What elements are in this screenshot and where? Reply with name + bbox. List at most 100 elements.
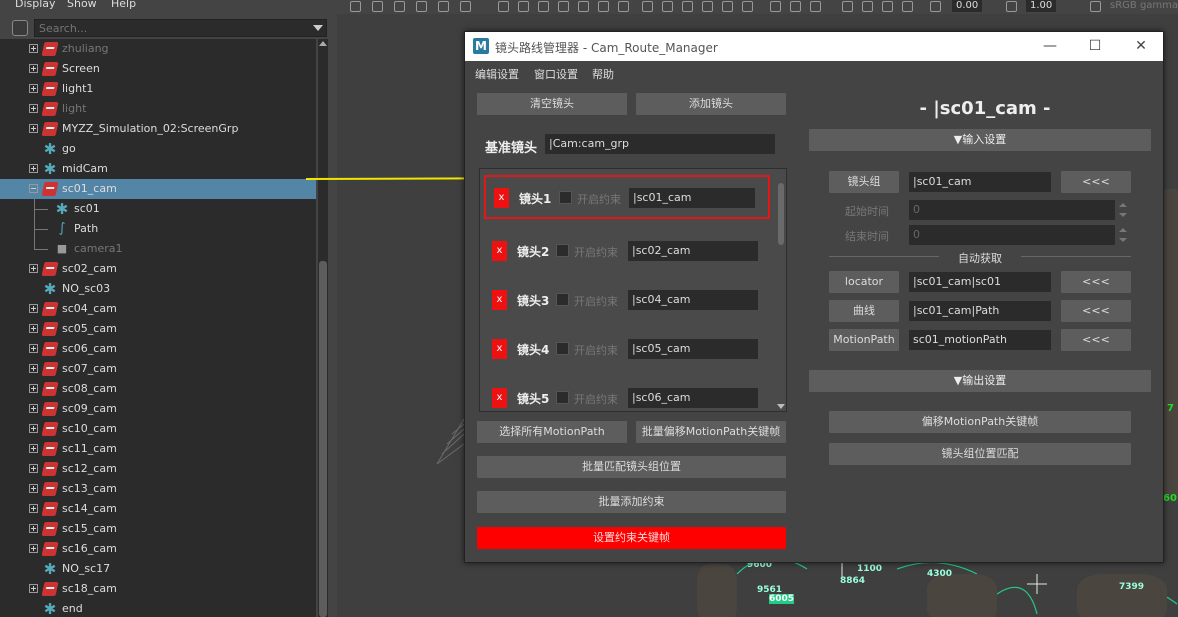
expand-icon[interactable]	[29, 524, 38, 533]
batch-add-constraint-button[interactable]: 批量添加约束	[477, 491, 786, 513]
expand-icon[interactable]	[29, 384, 38, 393]
menu-help[interactable]: 帮助	[592, 66, 614, 82]
offset-motionpath-keys-button[interactable]: 偏移MotionPath关键帧	[829, 411, 1131, 433]
fetch-curve-button[interactable]: <<<	[1061, 300, 1131, 322]
end-time-field[interactable]: 0	[909, 225, 1115, 245]
outliner-item[interactable]: sc10_cam	[0, 419, 316, 439]
scrollbar-thumb[interactable]	[319, 261, 327, 617]
scroll-up-icon[interactable]	[319, 41, 327, 46]
motionpath-field[interactable]: sc01_motionPath	[909, 330, 1051, 350]
expand-icon[interactable]	[29, 44, 38, 53]
expand-icon[interactable]	[29, 424, 38, 433]
outliner-item[interactable]: sc06_cam	[0, 339, 316, 359]
textured-icon[interactable]	[702, 1, 713, 12]
shadows-icon[interactable]	[742, 1, 753, 12]
scroll-down-icon[interactable]	[777, 404, 785, 409]
camera-field[interactable]: |sc05_cam	[628, 339, 758, 359]
expand-icon[interactable]	[29, 324, 38, 333]
scrollbar-thumb[interactable]	[778, 183, 784, 245]
exposure-field[interactable]: 0.00	[952, 0, 983, 12]
outliner-item[interactable]: sc16_cam	[0, 539, 316, 559]
expand-icon[interactable]	[29, 64, 38, 73]
outliner-item[interactable]: light	[0, 99, 316, 119]
remove-camera-button[interactable]: x	[492, 290, 507, 310]
outliner-item[interactable]: sc08_cam	[0, 379, 316, 399]
expand-icon[interactable]	[29, 504, 38, 513]
smooth-shade-icon[interactable]	[662, 1, 673, 12]
window-titlebar[interactable]: M 镜头路线管理器 - Cam_Route_Manager — ☐ ✕	[465, 32, 1163, 61]
menu-edit-settings[interactable]: 编辑设置	[475, 66, 519, 82]
film-gate-icon[interactable]	[518, 1, 529, 12]
close-button[interactable]: ✕	[1132, 38, 1150, 54]
outliner-item[interactable]: sc09_cam	[0, 399, 316, 419]
start-time-field[interactable]: 0	[909, 200, 1115, 220]
select-all-motionpath-button[interactable]: 选择所有MotionPath	[477, 421, 627, 443]
lights-icon[interactable]	[722, 1, 733, 12]
expand-icon[interactable]	[29, 444, 38, 453]
field-chart-icon[interactable]	[578, 1, 589, 12]
curve-button[interactable]: 曲线	[829, 300, 899, 322]
expand-icon[interactable]	[29, 104, 38, 113]
camera-attr-icon[interactable]	[372, 1, 383, 12]
outliner-item[interactable]: ✱ go	[0, 139, 316, 159]
gamma-icon[interactable]	[1006, 1, 1017, 12]
collapse-icon[interactable]	[29, 184, 38, 193]
match-cam-group-position-button[interactable]: 镜头组位置匹配	[829, 443, 1131, 465]
minimize-button[interactable]: —	[1041, 38, 1059, 54]
wireframe-on-shaded-icon[interactable]	[682, 1, 693, 12]
outliner-item[interactable]: ■ camera1	[0, 239, 316, 259]
outliner-item[interactable]: sc02_cam	[0, 259, 316, 279]
outliner-item[interactable]: sc05_cam	[0, 319, 316, 339]
ambient-occlusion-icon[interactable]	[842, 1, 853, 12]
isolate-icon[interactable]	[810, 1, 821, 12]
outliner-item[interactable]: ✱ midCam	[0, 159, 316, 179]
camera-field[interactable]: |sc04_cam	[628, 290, 758, 310]
end-time-spinner-icon[interactable]	[1117, 226, 1129, 244]
fetch-locator-button[interactable]: <<<	[1061, 271, 1131, 293]
camera-field[interactable]: |sc02_cam	[628, 241, 758, 261]
locator-button[interactable]: locator	[829, 271, 899, 293]
add-camera-button[interactable]: 添加镜头	[636, 93, 786, 115]
outliner-item[interactable]: ✱ sc01	[0, 199, 316, 219]
outliner-item[interactable]: sc14_cam	[0, 499, 316, 519]
expand-icon[interactable]	[29, 264, 38, 273]
expand-icon[interactable]	[29, 304, 38, 313]
expand-icon[interactable]	[29, 464, 38, 473]
remove-camera-button[interactable]: x	[492, 339, 507, 359]
safe-action-icon[interactable]	[598, 1, 609, 12]
fetch-motionpath-button[interactable]: <<<	[1061, 329, 1131, 351]
camera-tool-icon[interactable]	[350, 1, 361, 12]
chevron-down-icon[interactable]	[313, 25, 323, 31]
xray-joints-icon[interactable]	[790, 1, 801, 12]
expand-icon[interactable]	[29, 484, 38, 493]
anti-alias-icon[interactable]	[882, 1, 893, 12]
remove-camera-button[interactable]: x	[492, 388, 507, 408]
cam-group-field[interactable]: |sc01_cam	[909, 172, 1051, 192]
outliner-item[interactable]: sc11_cam	[0, 439, 316, 459]
remove-camera-button[interactable]: x	[492, 241, 507, 261]
resolution-gate-icon[interactable]	[538, 1, 549, 12]
outliner-item[interactable]: sc07_cam	[0, 359, 316, 379]
outliner-item[interactable]: sc18_cam	[0, 579, 316, 599]
exposure-icon[interactable]	[930, 1, 941, 12]
xray-icon[interactable]	[770, 1, 781, 12]
expand-icon[interactable]	[29, 404, 38, 413]
outliner-item[interactable]: sc15_cam	[0, 519, 316, 539]
constraint-checkbox[interactable]	[556, 342, 569, 355]
start-time-spinner-icon[interactable]	[1117, 201, 1129, 219]
cam-group-button[interactable]: 镜头组	[829, 171, 899, 193]
expand-icon[interactable]	[29, 544, 38, 553]
outliner-item[interactable]: ∫ Path	[0, 219, 316, 239]
expand-icon[interactable]	[29, 344, 38, 353]
set-constraint-keys-button[interactable]: 设置约束关键帧	[477, 527, 786, 549]
outliner-item[interactable]: zhuliang	[0, 39, 316, 59]
menu-display[interactable]: Display	[15, 0, 56, 10]
remove-camera-button[interactable]: x	[494, 188, 509, 208]
outliner-item[interactable]: sc12_cam	[0, 459, 316, 479]
camera-list-scrollbar[interactable]	[776, 169, 786, 411]
outliner-item[interactable]: MYZZ_Simulation_02:ScreenGrp	[0, 119, 316, 139]
motionpath-button[interactable]: MotionPath	[829, 329, 899, 351]
bookmark-icon[interactable]	[394, 1, 405, 12]
grease-pencil-icon[interactable]	[460, 1, 471, 12]
locator-field[interactable]: |sc01_cam|sc01	[909, 272, 1051, 292]
